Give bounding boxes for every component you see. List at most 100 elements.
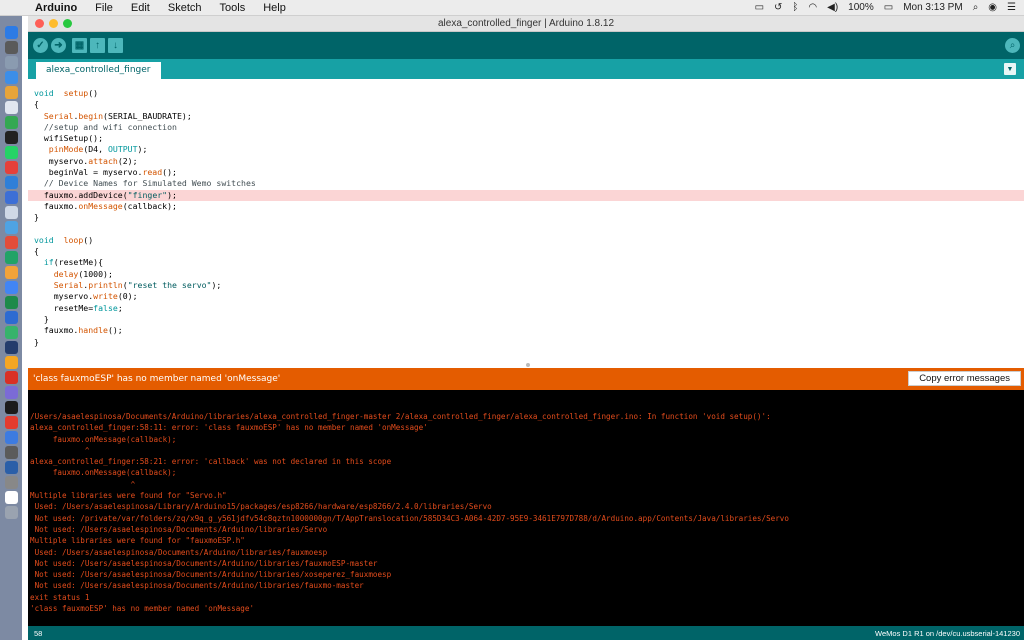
save-button[interactable]: ↓ <box>108 38 123 53</box>
zoom-window-button[interactable] <box>63 19 72 28</box>
new-button[interactable]: ▦ <box>72 38 87 53</box>
code-token: (1000); <box>78 268 113 279</box>
menu-tools[interactable]: Tools <box>211 0 255 16</box>
window-title: alexa_controlled_finger | Arduino 1.8.12 <box>437 17 615 29</box>
code-line: Serial.println("reset the servo"); <box>28 280 1024 291</box>
dock-app-icon[interactable] <box>4 251 18 264</box>
code-line: myservo.attach(2); <box>28 156 1024 167</box>
menu-help[interactable]: Help <box>254 0 295 16</box>
arduino-window: alexa_controlled_finger | Arduino 1.8.12… <box>28 16 1024 640</box>
dock-app-icon[interactable] <box>4 491 18 504</box>
title-bar: alexa_controlled_finger | Arduino 1.8.12 <box>28 16 1024 32</box>
battery-icon[interactable]: ▭ <box>884 2 893 13</box>
code-line: if(resetMe){ <box>28 257 1024 268</box>
console-line: Used: /Users/asaelespinosa/Library/Ardui… <box>30 502 492 512</box>
serial-monitor-button[interactable]: ⌕ <box>1005 38 1020 53</box>
dock-app-icon[interactable] <box>4 191 18 204</box>
dock-app-icon[interactable] <box>4 401 18 414</box>
dock-app-icon[interactable] <box>4 311 18 324</box>
dock-app-icon[interactable] <box>4 41 18 54</box>
code-line: } <box>28 314 1024 325</box>
tab-alexa-controlled-finger[interactable]: alexa_controlled_finger <box>36 62 161 79</box>
time-machine-icon[interactable]: ↺ <box>774 2 782 13</box>
console-line: /Users/asaelespinosa/Documents/Arduino/l… <box>30 412 771 421</box>
console-line: 'class fauxmoESP' has no member named 'o… <box>30 604 255 614</box>
dock-app-icon[interactable] <box>4 371 18 384</box>
dock-app-icon[interactable] <box>4 266 18 279</box>
menu-sketch[interactable]: Sketch <box>159 0 211 16</box>
chevron-down-icon: ▼ <box>1006 65 1014 73</box>
code-token: false <box>93 302 118 313</box>
code-token: fauxmo. <box>34 325 79 336</box>
dock-app-icon[interactable] <box>4 116 18 129</box>
close-window-button[interactable] <box>35 19 44 28</box>
menu-app-arduino[interactable]: Arduino <box>26 0 86 16</box>
volume-icon[interactable]: ◀) <box>827 2 838 13</box>
bluetooth-icon[interactable]: ᛒ <box>792 2 798 13</box>
dock-app-icon[interactable] <box>4 431 18 444</box>
magnifier-icon: ⌕ <box>1009 40 1016 51</box>
dock-app-icon[interactable] <box>4 206 18 219</box>
clock[interactable]: Mon 3:13 PM <box>903 2 962 13</box>
open-button[interactable]: ↑ <box>90 38 105 53</box>
code-line: Serial.begin(SERIAL_BAUDRATE); <box>28 111 1024 122</box>
dock-app-icon[interactable] <box>4 326 18 339</box>
console-line: Not used: /private/var/folders/zq/x9q_g_… <box>30 513 789 523</box>
copy-error-messages-button[interactable]: Copy error messages <box>908 371 1021 386</box>
dock-app-icon[interactable] <box>4 71 18 84</box>
dock-app-icon[interactable] <box>4 161 18 174</box>
dock-app-icon[interactable] <box>4 386 18 399</box>
siri-icon[interactable]: ◉ <box>988 2 997 13</box>
verify-button[interactable]: ✓ <box>33 38 48 53</box>
dock-app-icon[interactable] <box>4 56 18 69</box>
arrow-down-icon: ↓ <box>113 40 118 51</box>
dock-app-icon[interactable] <box>4 101 18 114</box>
dock-app-icon[interactable] <box>4 236 18 249</box>
upload-button[interactable]: ➜ <box>51 38 66 53</box>
dock-app-icon[interactable] <box>4 131 18 144</box>
console-line: Not used: /Users/asaelespinosa/Documents… <box>30 524 328 534</box>
dock-app-icon[interactable] <box>4 221 18 234</box>
console-line: exit status 1 <box>30 592 90 602</box>
dock-app-icon[interactable] <box>4 296 18 309</box>
console-line: alexa_controlled_finger:58:11: error: 'c… <box>30 423 428 433</box>
dock-app-icon[interactable] <box>4 356 18 369</box>
code-token: write <box>93 291 118 302</box>
dock-app-icon[interactable] <box>4 26 18 39</box>
dock-app-icon[interactable] <box>4 506 18 519</box>
menu-edit[interactable]: Edit <box>122 0 159 16</box>
console-output[interactable]: /Users/asaelespinosa/Documents/Arduino/l… <box>28 390 1024 626</box>
dock-app-icon[interactable] <box>4 461 18 474</box>
code-token: //setup and wifi connection <box>34 121 177 132</box>
code-token: fauxmo.addDevice( <box>34 189 128 200</box>
code-token: (); <box>107 325 123 336</box>
code-editor[interactable]: void setup(){ Serial.begin(SERIAL_BAUDRA… <box>28 79 1024 368</box>
code-token: ); <box>211 280 222 291</box>
splitter-handle[interactable] <box>526 363 530 367</box>
new-file-icon: ▦ <box>74 40 85 51</box>
dock-app-icon[interactable] <box>4 86 18 99</box>
menu-file[interactable]: File <box>86 0 122 16</box>
airplay-icon[interactable]: ▭ <box>755 2 764 13</box>
code-line: } <box>28 212 1024 223</box>
notification-center-icon[interactable]: ☰ <box>1007 2 1016 13</box>
code-line: { <box>28 99 1024 110</box>
dock-app-icon[interactable] <box>4 416 18 429</box>
dock-app-icon[interactable] <box>4 341 18 354</box>
dock-app-icon[interactable] <box>4 281 18 294</box>
tab-menu-button[interactable]: ▼ <box>1004 63 1016 75</box>
dock-app-icon[interactable] <box>4 476 18 489</box>
spotlight-icon[interactable]: ⌕ <box>973 2 979 13</box>
dock-app-icon[interactable] <box>4 176 18 189</box>
code-token: (); <box>162 167 177 178</box>
minimize-window-button[interactable] <box>49 19 58 28</box>
dock-app-icon[interactable] <box>4 146 18 159</box>
dock-app-icon[interactable] <box>4 446 18 459</box>
code-token: (resetMe){ <box>53 257 104 268</box>
code-line: fauxmo.addDevice("finger"); <box>28 189 1024 201</box>
wifi-icon[interactable]: ◠ <box>808 2 817 13</box>
code-line: myservo.write(0); <box>28 291 1024 302</box>
